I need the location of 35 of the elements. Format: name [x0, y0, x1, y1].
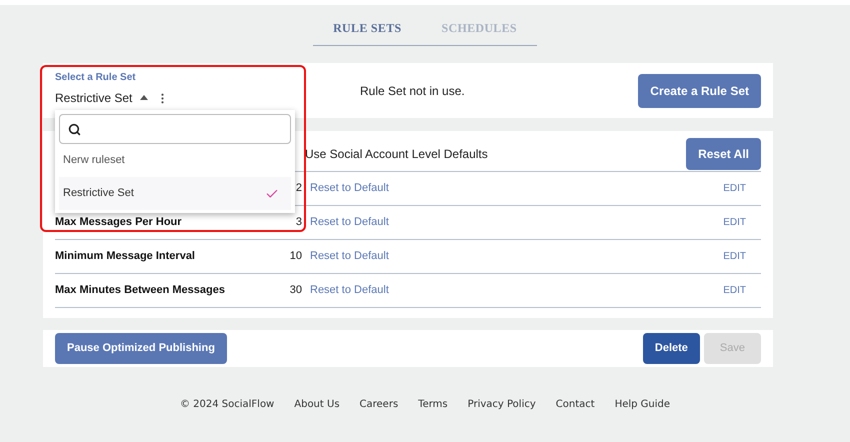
edit-button[interactable]: EDIT — [723, 249, 746, 264]
delete-button[interactable]: Delete — [642, 333, 700, 364]
edit-button[interactable]: EDIT — [723, 181, 746, 196]
reset-to-default-link[interactable]: Reset to Default — [310, 282, 389, 299]
reset-to-default-link[interactable]: Reset to Default — [310, 180, 389, 197]
caret-icon — [140, 95, 148, 100]
rule-value: 2 — [294, 181, 302, 196]
rule-name: Max Messages Per Hour — [55, 216, 182, 228]
create-rule-set-button[interactable]: Create a Rule Set — [638, 74, 761, 108]
rule-value: 30 — [288, 283, 302, 298]
footer-link[interactable]: Privacy Policy — [468, 397, 536, 412]
footer-link[interactable]: Contact — [556, 397, 595, 412]
edit-button[interactable]: EDIT — [723, 283, 746, 298]
rule-value: 10 — [288, 249, 302, 264]
footer-link[interactable]: Help Guide — [614, 397, 670, 412]
dropdown-option[interactable]: Nerw ruleset — [59, 144, 291, 177]
reset-to-default-link[interactable]: Reset to Default — [310, 248, 389, 265]
reset-to-default-link[interactable]: Reset to Default — [310, 214, 389, 231]
pause-button[interactable]: Pause Optimized Publishing — [55, 333, 227, 364]
rule-name: Max Minutes Between Messages — [55, 284, 225, 296]
reset-all-button[interactable]: Reset All — [686, 138, 761, 170]
defaults-text: Use Social Account Level Defaults — [305, 146, 488, 162]
footer-link[interactable]: Terms — [418, 397, 448, 412]
search-icon — [68, 122, 81, 136]
status-text: Rule Set not in use. — [360, 82, 465, 100]
tab[interactable]: RULE SETS — [333, 15, 402, 45]
footer-link[interactable]: About Us — [294, 397, 340, 412]
rule-name: Minimum Message Interval — [55, 250, 195, 262]
footer-link[interactable]: Careers — [360, 397, 398, 412]
rule-value: 3 — [294, 215, 302, 230]
copyright-text: © 2024 SocialFlow — [180, 398, 274, 412]
search-field[interactable] — [59, 114, 291, 144]
field-label: Select a Rule Set — [55, 70, 137, 84]
edit-button[interactable]: EDIT — [723, 215, 746, 230]
dropdown-option[interactable]: Restrictive Set — [59, 177, 291, 210]
